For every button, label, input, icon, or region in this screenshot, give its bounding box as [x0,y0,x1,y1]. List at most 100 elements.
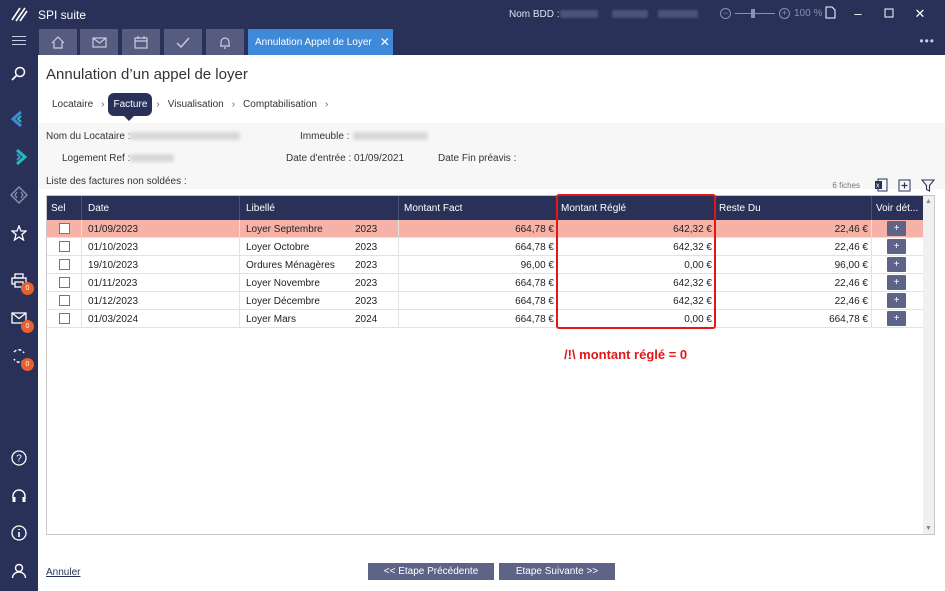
cell-annee: 2023 [355,278,378,289]
headset-icon[interactable] [8,485,30,507]
excel-export-icon[interactable]: x [874,178,888,192]
step-visualisation[interactable]: Visualisation [162,99,230,110]
table-row[interactable]: 01/12/2023 Loyer Décembre 2023 664,78 €642,… [47,292,924,310]
immeuble-value-redacted [353,132,428,140]
detail-button[interactable]: + [887,257,906,272]
cell-date: 01/11/2023 [88,278,138,289]
montant-regle-highlight [556,194,716,329]
arrow-right-icon[interactable] [8,146,30,168]
tab-annulation-appel-loyer[interactable]: Annulation Appel de Loyer ✕ [248,29,393,55]
table-row[interactable]: 01/03/2024 Loyer Mars 2024 664,78 €0,00 €66… [47,310,924,328]
table-row[interactable]: 01/10/2023 Loyer Octobre 2023 664,78 €642,3… [47,238,924,256]
detail-button[interactable]: + [887,293,906,308]
scroll-up-icon[interactable]: ▲ [925,198,932,205]
col-date[interactable]: Date [88,203,109,214]
tab-calendar[interactable] [122,29,160,55]
tab-home[interactable] [39,29,77,55]
cell-libelle: Ordures Ménagères [246,260,335,271]
tab-mail[interactable] [80,29,118,55]
printer-icon[interactable]: 0 [8,269,34,295]
cell-date: 01/10/2023 [88,242,139,253]
col-reste-du[interactable]: Reste Du [719,203,761,214]
detail-button[interactable]: + [887,275,906,290]
database-user-redacted [658,10,698,18]
invoice-grid: Sel Date Libellé Montant Fact Montant Ré… [46,195,935,535]
filter-icon[interactable] [921,178,935,192]
step-comptabilisation[interactable]: Comptabilisation [237,99,323,110]
more-options-icon[interactable]: ••• [919,34,935,48]
col-voir-detail[interactable]: Voir dét... [876,203,918,214]
detail-button[interactable]: + [887,311,906,326]
add-icon[interactable] [898,179,911,192]
detail-button[interactable]: + [887,221,906,236]
cell-date: 01/09/2023 [88,224,139,235]
calendar-icon [134,35,148,49]
previous-step-button[interactable]: << Etape Précédente [368,563,494,580]
row-checkbox[interactable] [59,277,70,288]
cancel-link[interactable]: Annuler [46,567,80,578]
zoom-control[interactable]: − + 100 % [720,8,822,19]
cell-reste-du: 22,46 € [834,224,868,235]
star-icon[interactable] [8,222,30,244]
zoom-level: 100 % [794,8,823,19]
date-entree-value: 01/09/2021 [354,153,405,164]
diamond-code-icon[interactable] [8,184,30,206]
zoom-in-icon[interactable]: + [779,8,790,19]
cell-annee: 2024 [355,314,378,325]
zoom-slider[interactable] [735,9,775,18]
tab-label: Annulation Appel de Loyer [255,36,372,48]
minimize-icon[interactable]: – [850,6,866,22]
grid-toolbar: 6 fiches x [832,177,935,193]
date-fin-preavis-label: Date Fin préavis : [438,153,517,164]
search-icon[interactable] [8,63,30,85]
user-icon[interactable] [8,560,30,582]
zoom-out-icon[interactable]: − [720,8,731,19]
document-icon[interactable] [822,6,838,22]
step-facture[interactable]: Facture [108,93,153,121]
col-libelle[interactable]: Libellé [246,203,275,214]
row-checkbox[interactable] [59,259,70,270]
close-icon[interactable]: ✕ [912,6,928,22]
wizard-steps: Locataire › Facture › Visualisation › Co… [38,90,945,121]
tab-notifications[interactable] [206,29,244,55]
table-row[interactable]: 19/10/2023 Ordures Ménagères 2023 96,00 €0,… [47,256,924,274]
warning-annotation: /!\ montant réglé = 0 [564,347,688,362]
cell-libelle: Loyer Mars [246,314,297,325]
col-sel[interactable]: Sel [51,203,65,214]
scroll-down-icon[interactable]: ▼ [925,525,932,532]
row-checkbox[interactable] [59,295,70,306]
cell-montant-fact: 664,78 € [515,224,554,235]
step-locataire[interactable]: Locataire [46,99,99,110]
maximize-icon[interactable] [881,6,897,22]
detail-button[interactable]: + [887,239,906,254]
mail-icon[interactable]: 0 [8,307,34,333]
check-icon [176,37,190,48]
col-montant-fact[interactable]: Montant Fact [404,203,462,214]
vertical-scrollbar[interactable]: ▲ ▼ [923,196,934,534]
cell-reste-du: 664,78 € [829,314,868,325]
bell-icon [220,36,230,49]
cell-montant-fact: 664,78 € [515,296,554,307]
page-title: Annulation d’un appel de loyer [46,66,248,83]
info-icon[interactable] [8,522,30,544]
help-icon[interactable]: ? [8,447,30,469]
row-checkbox[interactable] [59,241,70,252]
cell-reste-du: 22,46 € [834,242,868,253]
table-row[interactable]: 01/11/2023 Loyer Novembre 2023 664,78 €642,… [47,274,924,292]
arrow-left-icon[interactable] [8,108,30,130]
invoice-list-label: Liste des factures non soldées : [46,176,187,187]
cell-montant-fact: 664,78 € [515,242,554,253]
cell-date: 01/12/2023 [88,296,139,307]
tab-tasks[interactable] [164,29,202,55]
sync-badge: 0 [21,358,34,371]
tab-bar: Annulation Appel de Loyer ✕ ••• [0,28,945,55]
row-checkbox[interactable] [59,313,70,324]
close-tab-icon[interactable]: ✕ [380,35,390,49]
row-checkbox[interactable] [59,223,70,234]
immeuble-label: Immeuble : [300,131,350,142]
sync-icon[interactable]: 0 [8,345,34,371]
table-row[interactable]: 01/09/2023 Loyer Septembre 2023 664,78 €642… [47,220,924,238]
mail-icon [91,36,107,48]
next-step-button[interactable]: Etape Suivante >> [499,563,615,580]
menu-icon[interactable] [12,36,26,46]
